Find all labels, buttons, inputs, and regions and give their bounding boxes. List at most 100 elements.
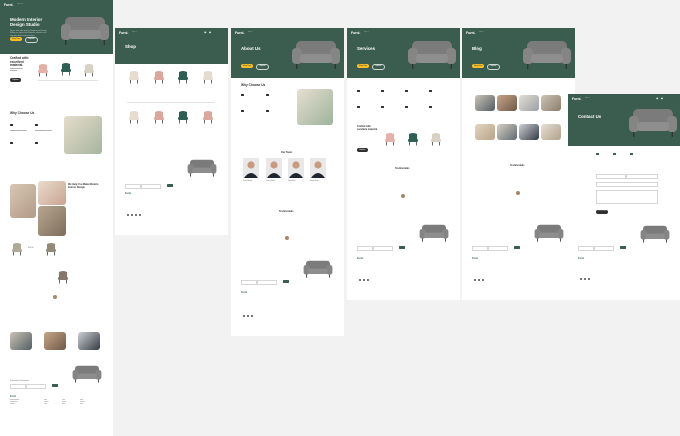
newsletter-send-button[interactable] xyxy=(514,246,520,250)
shop-item-7[interactable] xyxy=(176,110,190,124)
blog-post-3[interactable] xyxy=(519,95,539,111)
blog-post-5[interactable] xyxy=(475,124,495,140)
blog-chair-3[interactable] xyxy=(56,270,70,284)
nav-icons[interactable]: ◉ ◉ xyxy=(204,31,212,34)
blog-post-1[interactable] xyxy=(475,95,495,111)
main-nav[interactable]: ▪ ▪ ▪ ▪ xyxy=(585,97,590,99)
brand-logo[interactable]: Furni. xyxy=(572,97,581,101)
newsletter-email-input[interactable] xyxy=(488,246,508,251)
message-textarea[interactable] xyxy=(596,190,658,204)
last-name-input[interactable] xyxy=(626,174,658,179)
newsletter-send-button[interactable] xyxy=(283,280,289,284)
twitter-icon[interactable] xyxy=(363,279,366,282)
blog-post-6[interactable] xyxy=(497,124,517,140)
blog-image-2[interactable] xyxy=(44,332,66,350)
newsletter-name-input[interactable] xyxy=(10,384,26,389)
facebook-icon[interactable] xyxy=(474,279,477,282)
footer-col[interactable]: ▬▬ ▬▬▬ ▬▬ xyxy=(80,400,85,407)
shop-item-6[interactable] xyxy=(152,110,166,124)
facebook-icon[interactable] xyxy=(359,279,362,282)
blog-chair-2[interactable] xyxy=(44,242,58,256)
instagram-icon[interactable] xyxy=(482,279,485,282)
newsletter-name-input[interactable] xyxy=(578,246,594,251)
instagram-icon[interactable] xyxy=(251,315,254,318)
newsletter-name-input[interactable] xyxy=(357,246,373,251)
product-chair-beige[interactable] xyxy=(82,63,96,77)
shop-now-button[interactable]: Shop Now xyxy=(10,37,22,41)
brand-logo[interactable]: Furni. xyxy=(466,31,475,35)
shop-item-3[interactable] xyxy=(176,70,190,84)
newsletter-email-input[interactable] xyxy=(26,384,46,389)
explore-button[interactable]: Explore xyxy=(256,64,269,70)
shop-now-button[interactable]: Shop Now xyxy=(241,64,253,68)
newsletter-send-button[interactable] xyxy=(167,184,173,188)
footer-brand[interactable]: Furni xyxy=(10,395,16,398)
newsletter-email-input[interactable] xyxy=(373,246,393,251)
facebook-icon[interactable] xyxy=(580,278,583,281)
explore-button[interactable]: Explore xyxy=(487,64,500,70)
newsletter-name-input[interactable] xyxy=(241,280,257,285)
newsletter-send-button[interactable] xyxy=(399,246,405,250)
email-input[interactable] xyxy=(596,182,658,187)
product-chair-green[interactable] xyxy=(406,132,420,146)
footer-brand[interactable]: Furni xyxy=(125,192,131,195)
blog-image-1[interactable] xyxy=(10,332,32,350)
product-chair-pink[interactable] xyxy=(383,132,397,146)
blog-post-2[interactable] xyxy=(497,95,517,111)
footer-brand[interactable]: Furni xyxy=(472,257,478,260)
crafted-explore-button[interactable]: Explore xyxy=(10,78,21,82)
brand-logo[interactable]: Furni. xyxy=(4,3,13,7)
instagram-icon[interactable] xyxy=(367,279,370,282)
twitter-icon[interactable] xyxy=(247,315,250,318)
main-nav[interactable]: ▪ ▪ ▪ ▪ xyxy=(364,31,369,33)
instagram-icon[interactable] xyxy=(135,214,138,217)
main-nav[interactable]: ▪ ▪ ▪ ▪ xyxy=(479,31,484,33)
facebook-icon[interactable] xyxy=(127,214,130,217)
newsletter-send-button[interactable] xyxy=(620,246,626,250)
product-chair-beige[interactable] xyxy=(429,132,443,146)
newsletter-name-input[interactable] xyxy=(472,246,488,251)
product-chair-green[interactable] xyxy=(59,62,73,76)
blog-post-4[interactable] xyxy=(541,95,561,111)
main-nav[interactable]: ▪ ▪ ▪ ▪ ▪ xyxy=(17,3,23,5)
shop-item-5[interactable] xyxy=(127,110,141,124)
footer-brand[interactable]: Furni xyxy=(241,291,247,294)
shop-item-4[interactable] xyxy=(201,70,215,84)
send-message-button[interactable]: Send Message xyxy=(596,210,608,214)
twitter-icon[interactable] xyxy=(131,214,134,217)
brand-logo[interactable]: Furni. xyxy=(235,31,244,35)
newsletter-send-button[interactable] xyxy=(52,384,58,388)
instagram-icon[interactable] xyxy=(588,278,591,281)
blog-post-8[interactable] xyxy=(541,124,561,140)
first-name-input[interactable] xyxy=(596,174,626,179)
footer-col[interactable]: ▬▬ ▬▬▬ ▬▬ xyxy=(44,400,49,407)
shop-now-button[interactable]: Shop Now xyxy=(472,64,484,68)
main-nav[interactable]: ▪ ▪ ▪ ▪ xyxy=(248,31,253,33)
footer-col[interactable]: ▬▬▬▬▬▬ ▬▬▬▬▬ ▬▬▬ xyxy=(10,400,19,407)
nav-icons[interactable]: ◉ ◉ xyxy=(656,97,664,100)
blog-image-3[interactable] xyxy=(78,332,100,350)
twitter-icon[interactable] xyxy=(478,279,481,282)
shop-item-2[interactable] xyxy=(152,70,166,84)
newsletter-name-input[interactable] xyxy=(125,184,141,189)
blog-post-7[interactable] xyxy=(519,124,539,140)
shop-now-button[interactable]: Shop Now xyxy=(357,64,369,68)
shop-item-8[interactable] xyxy=(201,110,215,124)
explore-button[interactable]: Explore xyxy=(25,37,38,43)
brand-logo[interactable]: Furni. xyxy=(119,31,128,35)
newsletter-email-input[interactable] xyxy=(257,280,277,285)
blog-chair[interactable] xyxy=(10,242,24,256)
facebook-icon[interactable] xyxy=(243,315,246,318)
newsletter-email-input[interactable] xyxy=(141,184,161,189)
product-chair-pink[interactable] xyxy=(36,63,50,77)
shop-item-1[interactable] xyxy=(127,70,141,84)
explore-button[interactable]: Explore xyxy=(372,64,385,70)
linkedin-icon[interactable] xyxy=(139,214,142,217)
main-nav[interactable]: ▪ ▪ ▪ ▪ xyxy=(132,31,137,33)
newsletter-email-input[interactable] xyxy=(594,246,614,251)
crafted-explore-button[interactable]: Explore xyxy=(357,148,368,152)
twitter-icon[interactable] xyxy=(584,278,587,281)
footer-brand[interactable]: Furni xyxy=(357,257,363,260)
footer-col[interactable]: ▬▬ ▬▬▬ ▬▬ xyxy=(62,400,67,407)
footer-brand[interactable]: Furni xyxy=(578,257,584,260)
